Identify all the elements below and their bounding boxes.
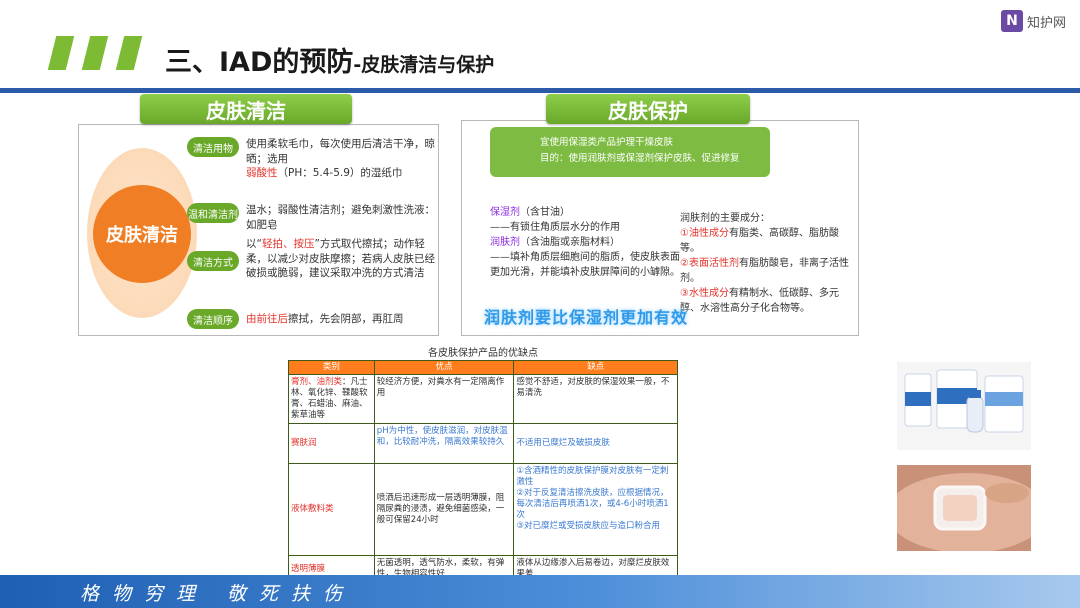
header-type: 类别: [288, 360, 375, 375]
pill-supplies: 清洁用物: [187, 137, 239, 157]
clean-row-order: 清洁顺序 由前往后擦拭，先会阴部，再肛周: [187, 309, 437, 329]
desc-order: 由前往后擦拭，先会阴部，再肛周: [246, 309, 404, 327]
film-application-photo: [897, 465, 1031, 551]
desc-method-pre: 以“: [246, 238, 262, 250]
desc-method: 以“轻拍、按压”方式取代擦拭；动作轻柔，以减少对皮肤摩擦；若病人皮肤已经破损或脆…: [246, 237, 437, 281]
products-table: 类别 优点 缺点 膏剂、油剂类：凡士林、氧化锌、鞣酸软膏、石蜡油、麻油、紫草油等…: [288, 360, 678, 584]
goal-line-2: 目的：使用润肤剂或保湿剂保护皮肤、促进修复: [540, 153, 740, 164]
component-3-red: 水性成分: [688, 288, 729, 299]
table-row: 赛肤润 pH为中性，使皮肤滋润，对皮肤温和，比较耐冲洗，隔离效果较持久 不适用已…: [288, 423, 678, 464]
cell-pros: 较经济方便，对粪水有一定隔离作用: [373, 374, 515, 424]
clean-row-method: 清洁方式 以“轻拍、按压”方式取代擦拭；动作轻柔，以减少对皮肤摩擦；若病人皮肤已…: [187, 237, 437, 281]
cell-type: 液体敷料类: [288, 463, 375, 556]
cell-type-red: 膏剂、油剂类: [291, 377, 343, 387]
title-decor-bars: [47, 36, 148, 70]
emollient-label: 润肤剂: [490, 237, 520, 248]
pill-cleanser: 温和清洁剂: [187, 203, 239, 223]
watermark: N 知护网: [1000, 10, 1066, 32]
component-2-num: ②: [680, 258, 689, 269]
protection-tag: 皮肤保护: [546, 94, 750, 124]
cell-cons: 感觉不舒适，对皮肤的保湿效果一般，不易清洗: [513, 374, 678, 424]
cleaning-panel: 皮肤清洁 清洁用物 使用柔软毛巾，每次使用后清洁干净，晾晒；选用弱酸性（PH：5…: [78, 124, 439, 336]
page-title-sub: -皮肤清洁与保护: [353, 54, 495, 76]
cell-type: 膏剂、油剂类：凡士林、氧化锌、鞣酸软膏、石蜡油、麻油、紫草油等: [288, 374, 375, 424]
component-1-red: 油性成分: [688, 228, 729, 239]
component-1-num: ①: [680, 228, 689, 239]
table-row: 膏剂、油剂类：凡士林、氧化锌、鞣酸软膏、石蜡油、麻油、紫草油等 较经济方便，对粪…: [288, 374, 678, 424]
desc-supplies-text: 使用柔软毛巾，每次使用后清洁干净，晾晒；选用: [246, 138, 435, 165]
desc-order-red: 由前往后: [246, 313, 288, 325]
cell-type: 赛肤润: [288, 423, 375, 464]
footer-band: 格物穷理 敬死扶伤: [0, 575, 1080, 608]
components-block: 润肤剂的主要成分： ①油性成分有脂类、高碳醇、脂肪酸等。 ②表面活性剂有脂肪酸皂…: [680, 211, 856, 316]
goal-line-1: 宜使用保湿类产品护理干燥皮肤: [540, 137, 674, 148]
table-row: 液体敷料类 喷洒后迅速形成一层透明薄膜，阻隔尿粪的浸渍，避免细菌感染，一般可保留…: [288, 463, 678, 556]
component-3: ③水性成分有精制水、低碳醇、多元醇、水溶性高分子化合物等。: [680, 286, 856, 316]
watermark-text: 知护网: [1026, 15, 1066, 31]
desc-order-text: 擦拭，先会阴部，再肛周: [288, 313, 404, 325]
protection-goal-box: 宜使用保湿类产品护理干燥皮肤 目的：使用润肤剂或保湿剂保护皮肤、促进修复: [490, 127, 770, 177]
zhihu-logo-icon: N: [1000, 10, 1023, 32]
cell-pros: 喷洒后迅速形成一层透明薄膜，阻隔尿粪的浸渍，避免细菌感染，一般可保留24小时: [373, 463, 515, 556]
clean-row-supplies: 清洁用物 使用柔软毛巾，每次使用后清洁干净，晾晒；选用弱酸性（PH：5.4-5.…: [187, 137, 437, 181]
moisturizer-label: 保湿剂: [490, 207, 520, 218]
pill-method: 清洁方式: [187, 251, 239, 271]
protection-slogan: 润肤剂要比保湿剂更加有效: [484, 308, 689, 327]
product-photo: [897, 362, 1031, 450]
header-divider: [0, 88, 1080, 93]
footer-motto: 格物穷理 敬死扶伤: [80, 583, 356, 605]
component-2-red: 表面活性剂: [688, 258, 739, 269]
component-2: ②表面活性剂有脂肪酸皂，非离子活性剂。: [680, 256, 856, 286]
product-photo-drawing: [897, 362, 1031, 450]
desc-supplies-tail: （PH：5.4-5.9）的湿纸巾: [277, 167, 403, 179]
page-title: 三、IAD的预防-皮肤清洁与保护: [165, 40, 494, 79]
emollient-desc: ——填补角质层细胞间的脂质，使皮肤表面更加光滑，并能填补皮肤屏障间的小罅隙。: [490, 252, 680, 278]
component-3-num: ③: [680, 288, 689, 299]
moisturizer-desc: ——有锁住角质层水分的作用: [490, 222, 620, 233]
header-pros: 优点: [373, 360, 515, 375]
moisturizer-block: 保湿剂（含甘油） ——有锁住角质层水分的作用 润肤剂（含油脂或亲脂材料） ——填…: [490, 205, 680, 280]
emollient-note: （含油脂或亲脂材料）: [520, 237, 620, 248]
moisturizer-note: （含甘油）: [520, 207, 570, 218]
film-application-drawing: [897, 465, 1031, 551]
cell-cons: ①含酒精性的皮肤保护膜对皮肤有一定刺激性 ②对于反复清洁擦洗皮肤，应根据情况，每…: [513, 463, 678, 556]
table-header-row: 类别 优点 缺点: [288, 360, 678, 375]
pill-order: 清洁顺序: [187, 309, 239, 329]
page-title-main: 三、IAD的预防: [165, 47, 354, 78]
clean-row-cleanser: 温和清洁剂 温水；弱酸性清洁剂；避免刺激性洗液：如肥皂: [187, 203, 437, 232]
desc-supplies-red: 弱酸性: [246, 167, 278, 179]
cell-pros: pH为中性，使皮肤滋润，对皮肤温和，比较耐冲洗，隔离效果较持久: [373, 423, 515, 464]
cleaning-circle: 皮肤清洁: [93, 185, 191, 283]
cleaning-tag: 皮肤清洁: [140, 94, 352, 124]
table-title: 各皮肤保护产品的优缺点: [428, 348, 538, 359]
desc-method-red: 轻拍、按压: [261, 238, 315, 250]
header-cons: 缺点: [513, 360, 678, 375]
desc-cleanser: 温水；弱酸性清洁剂；避免刺激性洗液：如肥皂: [246, 204, 435, 231]
components-title: 润肤剂的主要成分：: [680, 213, 770, 224]
cell-cons: 不适用已糜烂及破损皮肤: [513, 423, 678, 464]
desc-supplies: 使用柔软毛巾，每次使用后清洁干净，晾晒；选用弱酸性（PH：5.4-5.9）的湿纸…: [246, 137, 437, 181]
protection-panel: 宜使用保湿类产品护理干燥皮肤 目的：使用润肤剂或保湿剂保护皮肤、促进修复 保湿剂…: [461, 120, 859, 336]
component-1: ①油性成分有脂类、高碳醇、脂肪酸等。: [680, 226, 856, 256]
